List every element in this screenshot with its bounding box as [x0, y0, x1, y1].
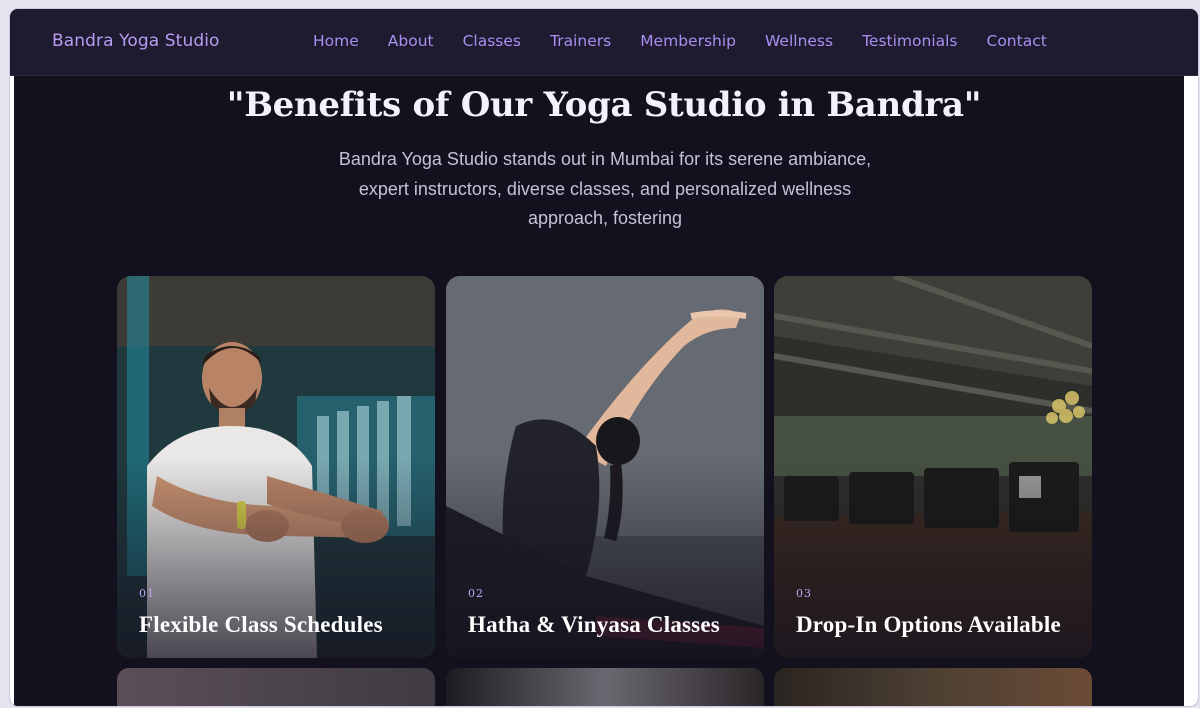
nav-link-home[interactable]: Home [313, 32, 359, 50]
section-title: "Benefits of Our Yoga Studio in Bandra" [226, 85, 982, 125]
benefit-card-flexible-schedules[interactable]: 01 Flexible Class Schedules [117, 276, 435, 658]
card-number: 03 [796, 587, 812, 600]
benefit-card-hatha-vinyasa[interactable]: 02 Hatha & Vinyasa Classes [446, 276, 764, 658]
card-title: Flexible Class Schedules [139, 612, 383, 637]
benefit-card-preview-5[interactable] [446, 668, 764, 706]
nav-link-about[interactable]: About [388, 32, 434, 50]
card-title: Hatha & Vinyasa Classes [468, 612, 720, 637]
nav-link-contact[interactable]: Contact [987, 32, 1047, 50]
nav-link-classes[interactable]: Classes [463, 32, 521, 50]
card-number: 02 [468, 587, 484, 600]
nav-link-testimonials[interactable]: Testimonials [862, 32, 957, 50]
nav-link-trainers[interactable]: Trainers [550, 32, 611, 50]
nav-menu: Home About Classes Trainers Membership W… [313, 32, 1076, 50]
benefit-card-preview-4[interactable] [117, 668, 435, 706]
section-description: Bandra Yoga Studio stands out in Mumbai … [338, 149, 872, 228]
browser-viewport: Bandra Yoga Studio Home About Classes Tr… [10, 9, 1198, 706]
scrollbar-track[interactable] [1184, 75, 1198, 706]
card-title: Drop-In Options Available [796, 612, 1061, 637]
top-navbar: Bandra Yoga Studio Home About Classes Tr… [10, 9, 1198, 76]
nav-link-membership[interactable]: Membership [640, 32, 736, 50]
left-gutter [10, 75, 14, 706]
benefit-card-preview-6[interactable] [774, 668, 1092, 706]
benefit-card-drop-in[interactable]: 03 Drop-In Options Available [774, 276, 1092, 658]
nav-link-wellness[interactable]: Wellness [765, 32, 833, 50]
brand-logo[interactable]: Bandra Yoga Studio [52, 31, 220, 51]
card-number: 01 [139, 587, 155, 600]
